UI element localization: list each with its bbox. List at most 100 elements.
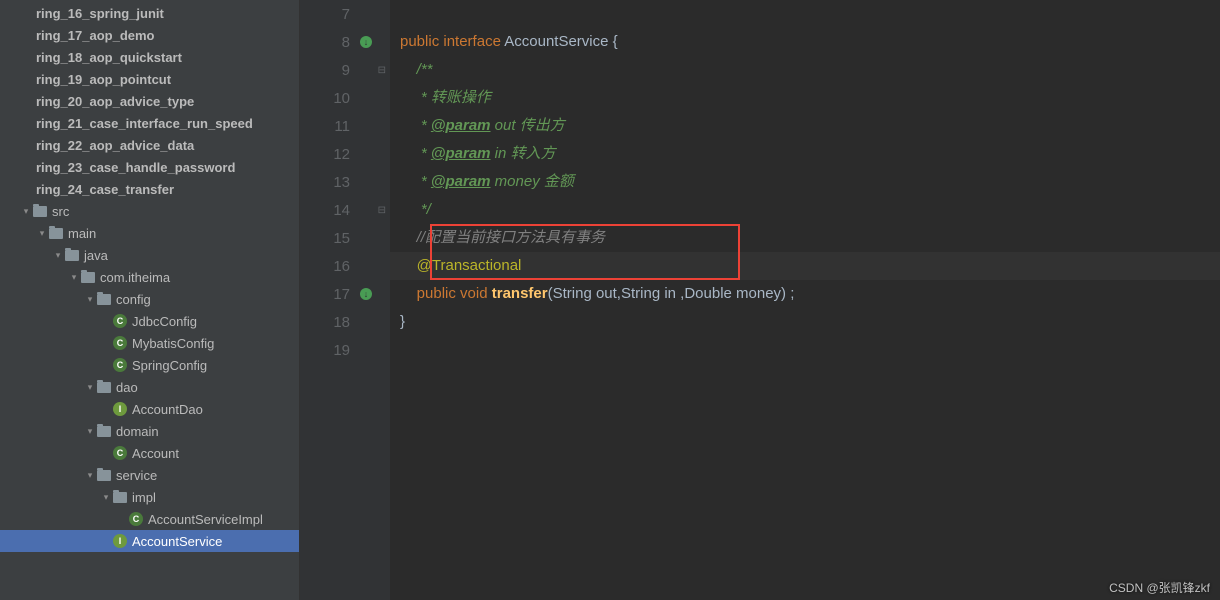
module-icon [16,181,32,197]
tree-item-label: ring_20_aop_advice_type [36,94,194,109]
gutter-line[interactable]: 14⊟ [300,196,390,224]
expand-arrow-icon[interactable]: ▾ [84,294,96,305]
tree-item-label: service [116,468,157,483]
gutter: 78↓9⊟1011121314⊟151617↓1819 [300,0,390,600]
class-icon: C [112,313,128,329]
gutter-line[interactable]: 19 [300,336,390,364]
tree-item-label: main [68,226,96,241]
code-line: * @param out 传出方 [390,112,1220,140]
gutter-line[interactable]: 15 [300,224,390,252]
tree-item[interactable]: ▾dao [0,376,299,398]
tree-item[interactable]: C AccountServiceImpl [0,508,299,530]
expand-arrow-icon[interactable]: ▾ [68,272,80,283]
expand-arrow-icon[interactable]: ▾ [100,492,112,503]
tree-item[interactable]: ring_19_aop_pointcut [0,68,299,90]
code-editor[interactable]: 78↓9⊟1011121314⊟151617↓1819 public inter… [300,0,1220,600]
tree-item[interactable]: ▾ src [0,200,299,222]
gutter-line[interactable]: 7 [300,0,390,28]
gutter-line[interactable]: 11 [300,112,390,140]
tree-item-label: ring_24_case_transfer [36,182,174,197]
gutter-line[interactable]: 8↓ [300,28,390,56]
tree-item-label: ring_23_case_handle_password [36,160,235,175]
tree-item[interactable]: ring_18_aop_quickstart [0,46,299,68]
class-icon: C [128,511,144,527]
fold-icon[interactable]: ⊟ [378,65,386,76]
tree-item[interactable]: ring_17_aop_demo [0,24,299,46]
tree-item[interactable]: ▾ main [0,222,299,244]
tree-item-label: ring_17_aop_demo [36,28,155,43]
gutter-line[interactable]: 17↓ [300,280,390,308]
tree-item-label: AccountServiceImpl [148,512,263,527]
expand-arrow-icon[interactable]: ▾ [36,228,48,239]
module-icon [16,49,32,65]
tree-item[interactable]: C Account [0,442,299,464]
module-icon [16,27,32,43]
tree-item-label: ring_19_aop_pointcut [36,72,171,87]
tree-item-label: Account [132,446,179,461]
fold-icon[interactable]: ⊟ [378,205,386,216]
package-icon [96,291,112,307]
package-icon [96,467,112,483]
expand-arrow-icon[interactable]: ▾ [84,426,96,437]
tree-item[interactable]: ▾config [0,288,299,310]
gutter-line[interactable]: 13 [300,168,390,196]
tree-item[interactable]: ring_21_case_interface_run_speed [0,112,299,134]
tree-item[interactable]: ▾ java [0,244,299,266]
tree-item-label: MybatisConfig [132,336,214,351]
tree-item-label: ring_21_case_interface_run_speed [36,116,253,131]
code-line: * @param in 转入方 [390,140,1220,168]
code-line: } [390,308,1220,336]
code-line: //配置当前接口方法具有事务 [390,224,1220,252]
folder-icon [48,225,64,241]
tree-item[interactable]: ring_24_case_transfer [0,178,299,200]
interface-icon: I [112,401,128,417]
tree-item[interactable]: IAccountDao [0,398,299,420]
tree-item-label: AccountService [132,534,222,549]
code-area[interactable]: public interface AccountService { /** * … [390,0,1220,600]
gutter-line[interactable]: 10 [300,84,390,112]
expand-arrow-icon[interactable]: ▾ [20,206,32,217]
override-marker-icon[interactable]: ↓ [360,288,372,300]
tree-item[interactable]: ring_20_aop_advice_type [0,90,299,112]
tree-item[interactable]: ring_16_spring_junit [0,2,299,24]
tree-item[interactable]: ▾impl [0,486,299,508]
tree-item[interactable]: ring_22_aop_advice_data [0,134,299,156]
tree-item-label: ring_22_aop_advice_data [36,138,194,153]
class-icon: C [112,357,128,373]
package-icon [80,269,96,285]
tree-item-label: ring_16_spring_junit [36,6,164,21]
tree-item[interactable]: I AccountService [0,530,299,552]
tree-item-label: SpringConfig [132,358,207,373]
expand-arrow-icon[interactable]: ▾ [84,470,96,481]
code-line: * @param money 金额 [390,168,1220,196]
gutter-line[interactable]: 12 [300,140,390,168]
gutter-line[interactable]: 18 [300,308,390,336]
tree-item-label: ring_18_aop_quickstart [36,50,182,65]
tree-item[interactable]: ▾domain [0,420,299,442]
expand-arrow-icon[interactable]: ▾ [84,382,96,393]
project-tree[interactable]: ring_16_spring_junit ring_17_aop_demoring… [0,0,300,600]
tree-item-label: java [84,248,108,263]
package-icon [112,489,128,505]
code-line [390,336,1220,364]
tree-item[interactable]: CMybatisConfig [0,332,299,354]
tree-item[interactable]: C SpringConfig [0,354,299,376]
code-line: public interface AccountService { [390,28,1220,56]
watermark: CSDN @张凯锋zkf [1109,579,1210,596]
folder-icon [64,247,80,263]
expand-arrow-icon[interactable]: ▾ [52,250,64,261]
module-icon [16,115,32,131]
override-marker-icon[interactable]: ↓ [360,36,372,48]
tree-item[interactable]: ▾com.itheima [0,266,299,288]
gutter-line[interactable]: 9⊟ [300,56,390,84]
tree-item-label: src [52,204,69,219]
interface-icon: I [112,533,128,549]
tree-item[interactable]: ring_23_case_handle_password [0,156,299,178]
tree-item[interactable]: CJdbcConfig [0,310,299,332]
package-icon [96,423,112,439]
tree-item[interactable]: ▾ service [0,464,299,486]
package-icon [96,379,112,395]
gutter-line[interactable]: 16 [300,252,390,280]
class-icon: C [112,445,128,461]
folder-icon [32,203,48,219]
